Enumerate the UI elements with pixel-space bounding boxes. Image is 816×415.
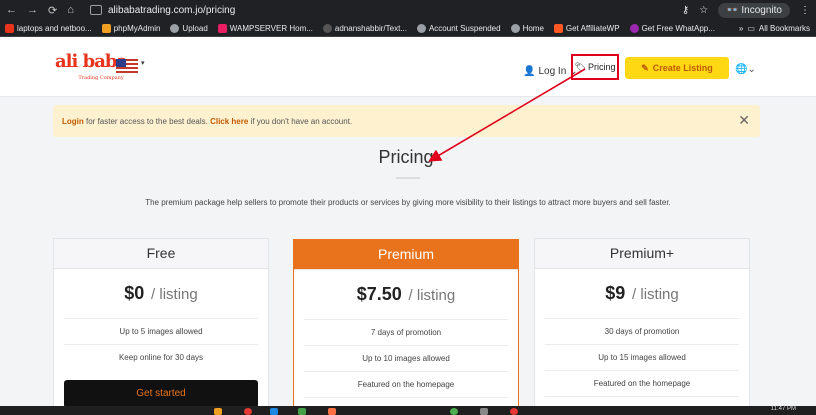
plan-price: $7.50 / listing xyxy=(294,270,518,319)
get-started-button[interactable]: Get started xyxy=(64,380,258,408)
taskbar-app-icon[interactable] xyxy=(298,408,306,415)
url-field[interactable]: alibabatrading.com.jo/pricing xyxy=(90,5,235,16)
login-label: Log In xyxy=(538,66,567,77)
close-icon[interactable]: ✕ xyxy=(738,112,750,129)
plan-card-free: Free $0 / listing Up to 5 images allowed… xyxy=(53,238,269,415)
page-subtitle: The premium package help sellers to prom… xyxy=(145,198,671,207)
language-selector[interactable]: 🌐⌄ xyxy=(735,64,756,75)
bookmark-favicon xyxy=(322,23,332,33)
bookmark-favicon xyxy=(170,23,180,33)
plan-name: Free xyxy=(54,239,268,269)
price-unit: / listing xyxy=(632,286,679,303)
bookmark-item[interactable]: Home xyxy=(506,23,549,33)
plan-feature: Keep online for 30 days xyxy=(64,344,258,370)
create-listing-button[interactable]: ✎ Create Listing xyxy=(625,57,729,79)
edit-icon: ✎ xyxy=(641,62,649,73)
plan-feature: 30 days of promotion xyxy=(545,318,739,344)
alert-text: if you don't have an account. xyxy=(248,116,353,126)
reload-icon[interactable]: ⟳ xyxy=(48,4,57,17)
all-bookmarks-button[interactable]: » ▭ All Bookmarks xyxy=(739,24,816,33)
title-divider xyxy=(396,177,420,179)
create-listing-label: Create Listing xyxy=(652,63,713,73)
forward-icon[interactable]: → xyxy=(27,4,38,17)
bookmark-item[interactable]: Account Suspended xyxy=(412,23,506,33)
home-icon[interactable]: ⌂ xyxy=(67,4,74,17)
plan-name: Premium+ xyxy=(535,239,749,269)
url-text[interactable]: alibabatrading.com.jo/pricing xyxy=(108,5,235,16)
login-dropdown[interactable]: 👤 Log In ⌄ xyxy=(523,66,578,77)
page-title: Pricing xyxy=(378,147,434,167)
bookmark-item[interactable]: adnanshabbir/Text... xyxy=(318,23,412,33)
browser-address-bar: ← → ⟳ ⌂ alibabatrading.com.jo/pricing ⚷ … xyxy=(0,0,816,20)
bookmarks-bar: laptops and netboo... phpMyAdmin Upload … xyxy=(0,20,816,37)
alert-click-here-link[interactable]: Click here xyxy=(210,117,248,126)
password-key-icon[interactable]: ⚷ xyxy=(682,5,689,16)
taskbar-app-icon[interactable] xyxy=(270,408,278,415)
plan-feature: 7 days of promotion xyxy=(304,319,508,345)
price-amount: $9 xyxy=(605,283,626,303)
login-alert: Login for faster access to the best deal… xyxy=(53,105,760,137)
taskbar-app-icon[interactable] xyxy=(244,408,252,415)
back-icon[interactable]: ← xyxy=(6,4,17,17)
bookmark-item[interactable]: WAMPSERVER Hom... xyxy=(213,23,318,33)
plan-feature: Up to 5 images allowed xyxy=(64,318,258,344)
taskbar-app-icon[interactable] xyxy=(214,408,222,415)
plan-feature: Up to 10 images allowed xyxy=(304,345,508,371)
bookmark-star-icon[interactable]: ☆ xyxy=(699,5,708,16)
alert-text: for faster access to the best deals. xyxy=(83,116,211,126)
taskbar-app-icon[interactable] xyxy=(450,408,458,415)
bookmark-favicon xyxy=(416,23,426,33)
pricing-label: Pricing xyxy=(587,62,616,72)
tag-icon: 🏷 xyxy=(574,61,586,72)
taskbar-app-icon[interactable] xyxy=(480,408,488,415)
chevron-right-icon: » xyxy=(738,23,744,33)
taskbar-app-icon[interactable] xyxy=(510,408,518,415)
chevron-down-icon: ⌄ xyxy=(747,64,756,75)
browser-nav-controls: ← → ⟳ ⌂ xyxy=(0,4,90,17)
bookmark-item[interactable]: Get AffiliateWP xyxy=(549,23,625,33)
plan-name: Premium xyxy=(294,240,518,270)
bookmark-favicon xyxy=(5,23,14,33)
bookmark-favicon xyxy=(217,23,227,33)
pricing-link[interactable]: 🏷 Pricing xyxy=(571,54,619,80)
us-flag-icon[interactable] xyxy=(116,59,138,73)
plan-price: $0 / listing xyxy=(54,269,268,318)
incognito-badge[interactable]: 👓 Incognito xyxy=(718,2,790,18)
price-unit: / listing xyxy=(408,287,456,304)
site-info-icon[interactable] xyxy=(90,5,102,15)
os-taskbar: 11:47 PM xyxy=(0,406,816,415)
bookmark-favicon xyxy=(629,23,639,33)
price-amount: $0 xyxy=(124,283,145,303)
bookmark-favicon xyxy=(510,23,520,33)
price-unit: / listing xyxy=(151,286,198,303)
bookmark-favicon xyxy=(553,23,563,33)
alert-login-link[interactable]: Login xyxy=(62,117,84,126)
caret-down-icon[interactable]: ▾ xyxy=(141,59,145,67)
site-header: ali baba Trading Company ▾ 👤 Log In ⌄ 🏷 … xyxy=(0,37,816,97)
bookmark-item[interactable]: Upload xyxy=(165,23,212,33)
plan-feature: Featured on the homepage xyxy=(304,371,508,397)
taskbar-clock: 11:47 PM xyxy=(770,406,796,412)
bookmark-favicon xyxy=(101,23,111,33)
user-icon: 👤 xyxy=(523,66,536,77)
plan-card-premium-plus: Premium+ $9 / listing 30 days of promoti… xyxy=(534,238,750,415)
plan-card-premium: Premium $7.50 / listing 7 days of promot… xyxy=(293,239,519,415)
taskbar-app-icon[interactable] xyxy=(328,408,336,415)
price-amount: $7.50 xyxy=(356,284,402,304)
bookmark-item[interactable]: laptops and netboo... xyxy=(0,23,97,33)
bookmark-item[interactable]: phpMyAdmin xyxy=(97,23,166,33)
bookmark-item[interactable]: Get Free WhatApp... xyxy=(625,23,720,33)
plan-feature: Up to 15 images allowed xyxy=(545,344,739,370)
browser-menu-icon[interactable]: ⋮ xyxy=(800,5,810,16)
plan-feature: Featured on the homepage xyxy=(545,370,739,396)
folder-icon: ▭ xyxy=(747,23,755,33)
plan-price: $9 / listing xyxy=(535,269,749,318)
incognito-icon: 👓 xyxy=(726,4,739,16)
globe-icon: 🌐 xyxy=(735,64,748,75)
